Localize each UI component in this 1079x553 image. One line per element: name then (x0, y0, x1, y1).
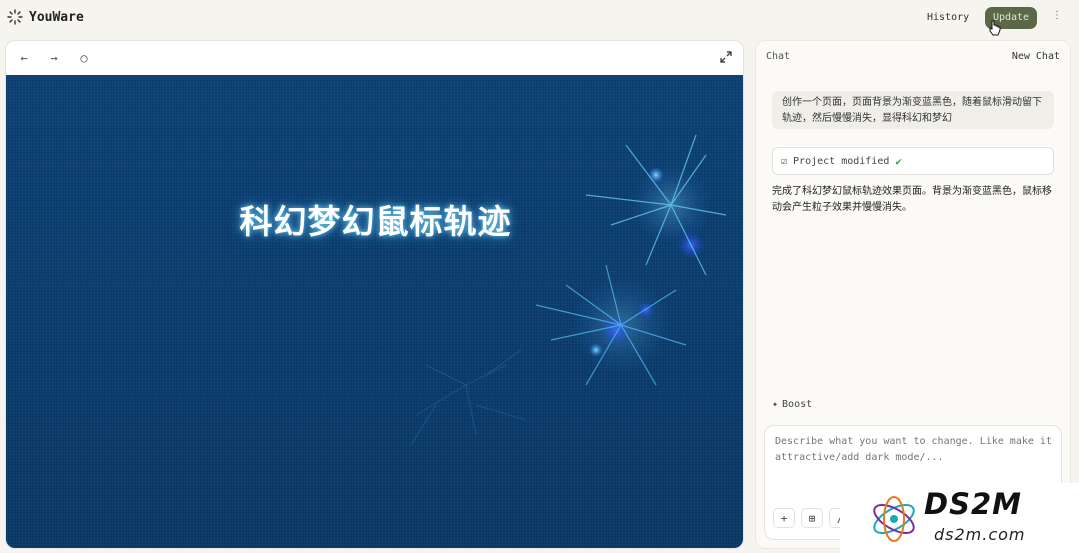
boost-label: Boost (782, 399, 813, 410)
add-icon[interactable]: + (773, 508, 795, 528)
atom-logo-icon (873, 496, 915, 542)
particle-cluster-lower (535, 264, 687, 386)
new-chat-button[interactable]: New Chat (1012, 51, 1060, 62)
history-button[interactable]: History (921, 9, 975, 27)
page-title: 科幻梦幻鼠标轨迹 (239, 202, 512, 241)
assistant-message: 完成了科幻梦幻鼠标轨迹效果页面。背景为渐变蓝黑色，鼠标移动会产生粒子效果并慢慢消… (772, 186, 1052, 213)
chat-header: Chat New Chat (756, 41, 1070, 73)
mouse-pointer-icon (989, 20, 1001, 36)
sparkle-icon: ✦ (772, 399, 779, 410)
preview-panel: ← → ○ 科幻梦幻鼠标轨迹 (5, 40, 744, 549)
faint-trail (410, 349, 527, 446)
edit-document-icon: ☑ (781, 155, 788, 167)
youware-logo-icon (7, 9, 23, 25)
expand-icon[interactable] (719, 50, 733, 64)
image-icon[interactable]: ⊞ (801, 508, 823, 528)
checkmark-icon: ✔ (895, 154, 902, 168)
preview-nav-bar: ← → ○ (6, 41, 743, 75)
watermark-url: ds2m.com (934, 525, 1026, 544)
particle-trail (410, 134, 727, 446)
top-bar: YouWare History Update ⋮ (0, 0, 1079, 38)
boost-button[interactable]: ✦ Boost (772, 399, 812, 410)
more-menu-button[interactable]: ⋮ (1052, 10, 1062, 21)
refresh-icon[interactable]: ○ (76, 50, 92, 66)
preview-canvas[interactable]: 科幻梦幻鼠标轨迹 (6, 75, 743, 548)
watermark-title: DS2M (924, 487, 1022, 521)
app-name: YouWare (29, 9, 84, 25)
watermark: DS2M ds2m.com (840, 483, 1079, 553)
back-arrow-icon[interactable]: ← (16, 50, 32, 66)
forward-arrow-icon[interactable]: → (46, 50, 62, 66)
project-status-card[interactable]: ☑ Project modified ✔ (772, 147, 1054, 175)
project-status-text: Project modified (793, 155, 890, 167)
user-message: 创作一个页面，页面背景为渐变蓝黑色，随着鼠标滑动留下轨迹，然后慢慢消失，显得科幻… (772, 91, 1054, 129)
chat-panel: Chat New Chat 创作一个页面，页面背景为渐变蓝黑色，随着鼠标滑动留下… (755, 40, 1071, 549)
prompt-input[interactable] (775, 434, 1055, 474)
chat-title: Chat (766, 51, 791, 62)
brand[interactable]: YouWare (7, 9, 84, 25)
